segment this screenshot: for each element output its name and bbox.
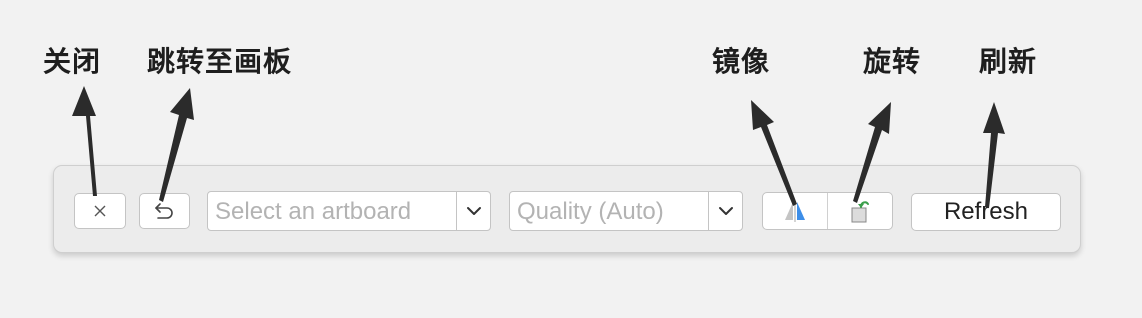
arrow-to-mirror xyxy=(751,100,797,206)
arrow-to-jump xyxy=(159,88,194,202)
annotation-arrows xyxy=(72,86,1005,208)
arrow-to-refresh xyxy=(983,102,1005,208)
arrow-to-rotate xyxy=(853,102,891,203)
arrow-to-close xyxy=(72,86,97,196)
